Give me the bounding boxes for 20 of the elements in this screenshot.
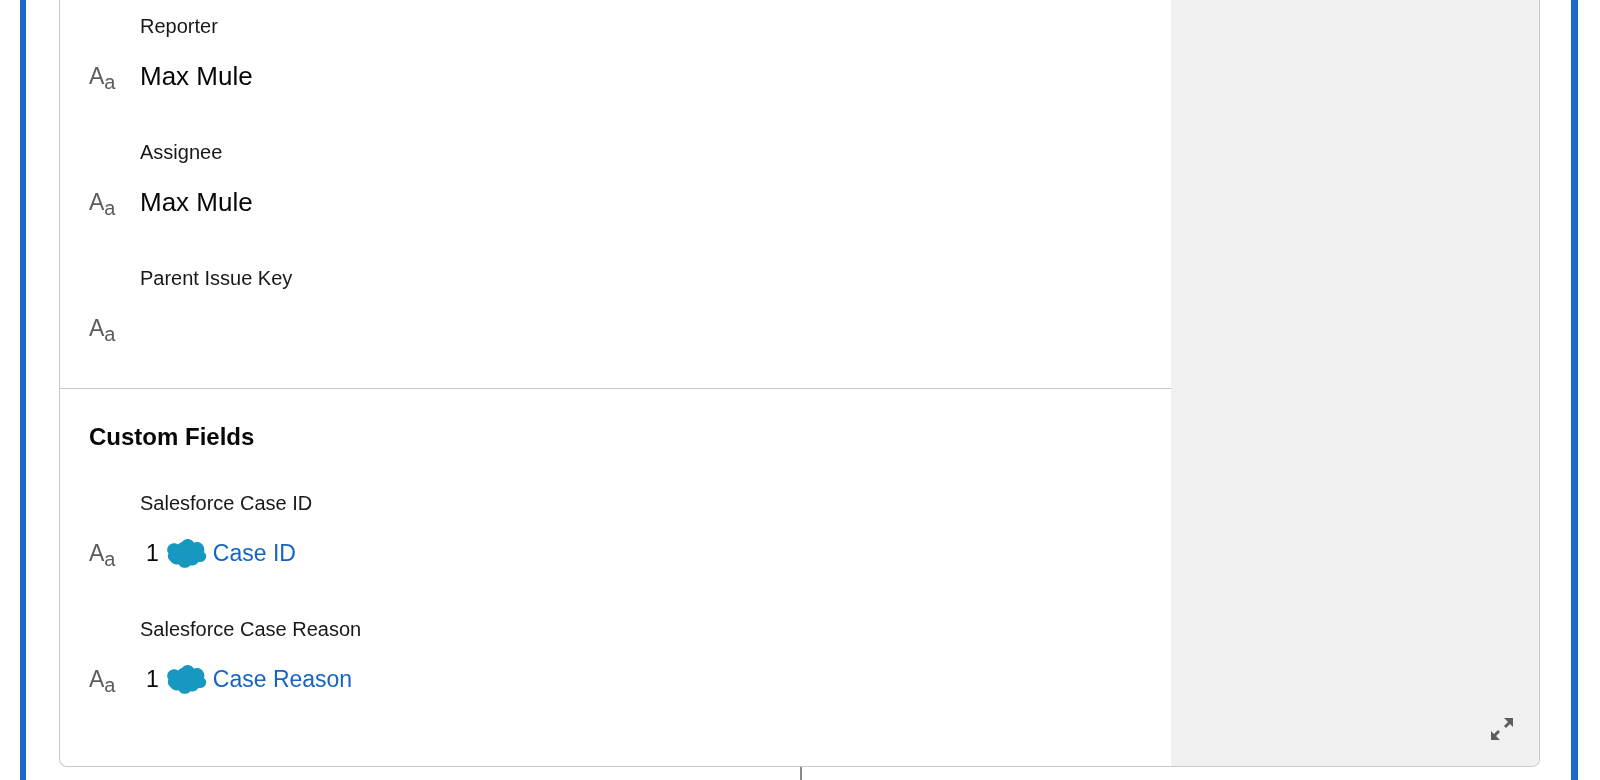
cloud-logo [164, 538, 207, 568]
text-type-icon: A$_{a}$ [89, 316, 140, 340]
field-value: Max Mule [140, 64, 253, 88]
record-link[interactable]: Case Reason [212, 667, 353, 691]
section-heading: Custom Fields [89, 425, 256, 449]
field-label: Reporter [140, 16, 219, 36]
text-type-icon: A$_{a}$ [89, 541, 140, 565]
record-link[interactable]: Case ID [212, 541, 296, 565]
field-label: Salesforce Case Reason [140, 619, 363, 639]
field-label: Salesforce Case ID [140, 493, 314, 513]
expand-icon[interactable] [1489, 716, 1515, 742]
cloud-logo [164, 664, 207, 694]
field-label: Parent Issue Key [140, 268, 294, 288]
text-type-icon: A$_{a}$ [89, 190, 140, 214]
field-label: Assignee [140, 142, 224, 162]
text-type-icon: A$_{a}$ [89, 64, 140, 88]
record-count: 1 [146, 541, 159, 565]
record-count: 1 [146, 667, 159, 691]
field-value: Max Mule [140, 190, 253, 214]
text-type-icon: A$_{a}$ [89, 667, 140, 691]
